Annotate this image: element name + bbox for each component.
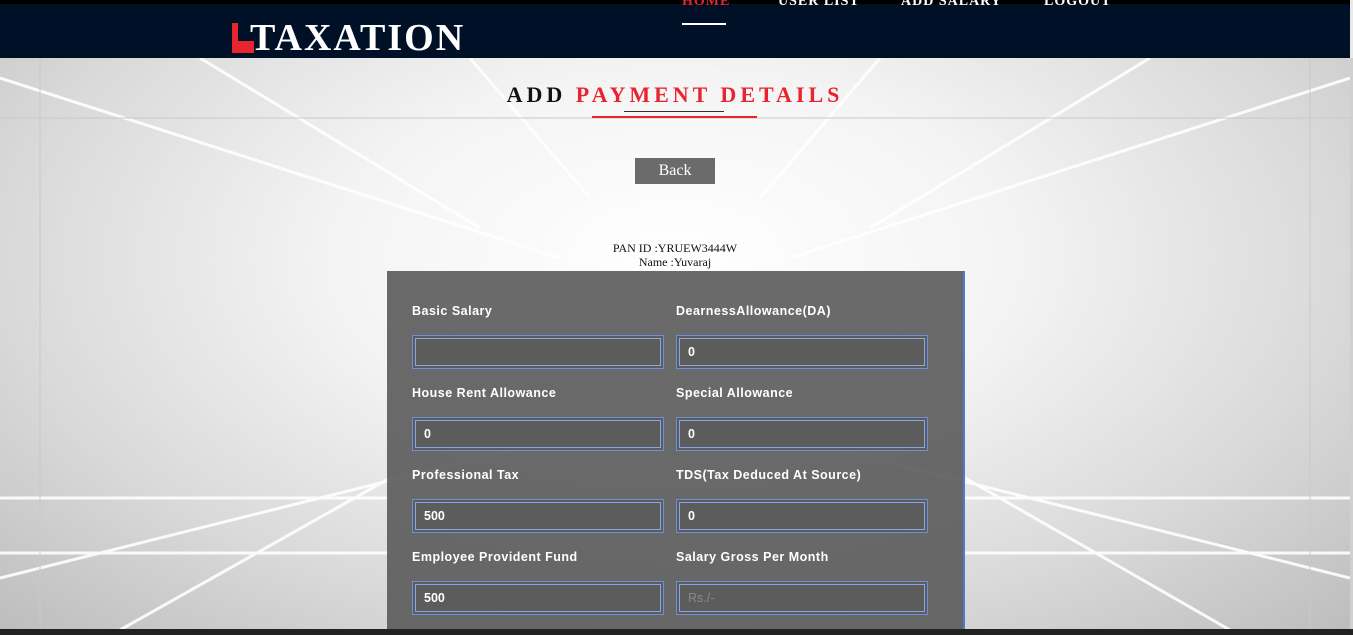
hra-input[interactable] (412, 417, 664, 451)
title-prefix: ADD (506, 82, 567, 107)
nav-add-salary[interactable]: ADD SALARY (901, 0, 1002, 10)
title-underline-red (592, 116, 757, 118)
nav-user-list[interactable]: USER LIST (778, 0, 860, 10)
epf-label: Employee Provident Fund (412, 550, 578, 564)
nav-home[interactable]: HOME (682, 0, 730, 10)
back-button[interactable]: Back (635, 158, 715, 184)
da-input[interactable] (676, 335, 928, 369)
bottom-edge (0, 629, 1353, 635)
logo-mark-icon (232, 23, 254, 53)
basic-salary-label: Basic Salary (412, 304, 493, 318)
gross-salary-input[interactable] (676, 581, 928, 615)
title-highlight: PAYMENT DETAILS (575, 82, 844, 107)
gross-salary-label: Salary Gross Per Month (676, 550, 829, 564)
hra-label: House Rent Allowance (412, 386, 557, 400)
special-allowance-input[interactable] (676, 417, 928, 451)
nav-logout[interactable]: LOGOUT (1044, 0, 1111, 10)
active-nav-underline (682, 23, 726, 25)
title-underline-dark (624, 111, 724, 112)
epf-input[interactable] (412, 581, 664, 615)
da-label: DearnessAllowance(DA) (676, 304, 831, 318)
brand-logo[interactable]: TAXATION (232, 18, 465, 58)
professional-tax-input[interactable] (412, 499, 664, 533)
top-navbar: TAXATION HOME USER LIST ADD SALARY LOGOU… (0, 0, 1350, 58)
tds-label: TDS(Tax Deduced At Source) (676, 468, 862, 482)
page-title: ADD PAYMENT DETAILS (0, 82, 1350, 108)
professional-tax-label: Professional Tax (412, 468, 520, 482)
brand-name: TAXATION (250, 17, 466, 59)
payment-form-panel: Basic Salary DearnessAllowance(DA) House… (387, 271, 965, 631)
tds-input[interactable] (676, 499, 928, 533)
user-info: PAN ID :YRUEW3444W Name :Yuvaraj (0, 241, 1350, 269)
pan-id-text: PAN ID :YRUEW3444W (612, 241, 738, 255)
special-allowance-label: Special Allowance (676, 386, 794, 400)
basic-salary-input[interactable] (412, 335, 664, 369)
user-name-text: Name :Yuvaraj (638, 255, 712, 269)
